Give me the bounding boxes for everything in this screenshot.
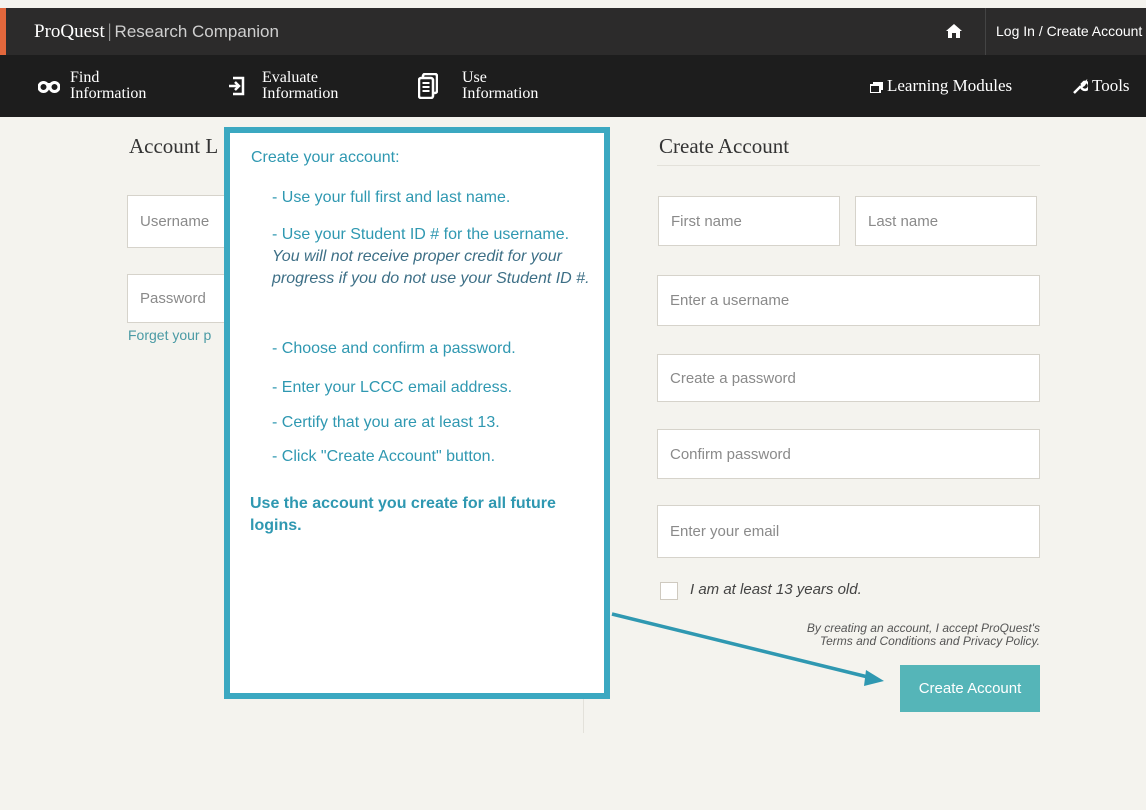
nav-use-label: Use Information: [462, 70, 538, 102]
nav-find-line1: Find: [70, 69, 100, 86]
nav-find-line2: Information: [70, 85, 147, 102]
nav-tools[interactable]: Tools: [1072, 55, 1130, 117]
nav-find-label: Find Information: [70, 70, 146, 102]
username-field[interactable]: Enter a username: [657, 275, 1040, 326]
terms-text: By creating an account, I accept ProQues…: [700, 622, 1040, 648]
age-checkbox[interactable]: [660, 582, 678, 600]
brand-accent-strip: [0, 8, 6, 55]
instruction-callout: Create your account: - Use your full fir…: [224, 127, 610, 699]
nav-learning-modules[interactable]: Learning Modules: [869, 55, 1013, 117]
callout-item-username-warning: You will not receive proper credit for y…: [272, 248, 590, 287]
first-name-field[interactable]: First name: [658, 196, 840, 246]
main-nav: Find Information Evaluate Information Us…: [0, 55, 1146, 117]
product-name: Research Companion: [114, 22, 279, 41]
callout-note: Use the account you create for all futur…: [250, 495, 556, 534]
learning-modules-icon: [869, 81, 883, 94]
callout-item-email: - Enter your LCCC email address.: [272, 379, 513, 396]
last-name-field[interactable]: Last name: [855, 196, 1037, 246]
nav-use-line1: Use: [462, 69, 487, 86]
top-bar: ProQuest | Research Companion Log In / Cre…: [0, 8, 1146, 55]
terms-line-2[interactable]: Terms and Conditions and Privacy Policy.: [700, 635, 1040, 648]
callout-item-password: - Choose and confirm a password.: [272, 340, 516, 357]
create-account-button[interactable]: Create Account: [900, 665, 1040, 712]
title-rule: [657, 165, 1040, 166]
nav-use-information[interactable]: Use Information: [418, 55, 538, 117]
age-checkbox-label: I am at least 13 years old.: [690, 581, 862, 598]
home-icon[interactable]: [945, 23, 963, 39]
learning-modules-label: Learning Modules: [887, 76, 1013, 95]
callout-item-certify: - Certify that you are at least 13.: [272, 414, 500, 431]
forgot-password-link[interactable]: Forget your p: [128, 327, 211, 343]
callout-item-username: - Use your Student ID # for the username…: [272, 224, 592, 290]
confirm-password-field[interactable]: Confirm password: [657, 429, 1040, 479]
password-input[interactable]: Password: [127, 274, 237, 323]
brand-name: ProQuest: [34, 21, 105, 42]
callout-heading: Create your account:: [251, 149, 400, 166]
username-input[interactable]: Username: [127, 195, 237, 248]
login-create-account-link[interactable]: Log In / Create Account: [985, 8, 1142, 55]
brand-logo[interactable]: ProQuest | Research Companion: [34, 21, 279, 43]
callout-item-click: - Click "Create Account" button.: [272, 448, 496, 465]
nav-evaluate-information[interactable]: Evaluate Information: [228, 55, 338, 117]
callout-item-username-text: - Use your Student ID # for the username…: [272, 226, 570, 243]
sign-in-icon: [228, 76, 246, 96]
nav-find-information[interactable]: Find Information: [38, 55, 146, 117]
document-icon: [418, 73, 438, 99]
create-account-title: Create Account: [659, 134, 790, 158]
callout-item-name: - Use your full first and last name.: [272, 189, 511, 206]
tools-label: Tools: [1092, 76, 1130, 95]
account-login-title: Account L: [129, 134, 219, 158]
binoculars-icon: [38, 79, 60, 93]
nav-evaluate-line1: Evaluate: [262, 69, 318, 86]
nav-use-line2: Information: [462, 85, 539, 102]
wrench-icon: [1073, 78, 1091, 94]
email-field[interactable]: Enter your email: [657, 505, 1040, 558]
brand-separator: |: [107, 21, 112, 42]
password-field[interactable]: Create a password: [657, 354, 1040, 402]
nav-evaluate-label: Evaluate Information: [262, 70, 338, 102]
nav-evaluate-line2: Information: [262, 85, 339, 102]
